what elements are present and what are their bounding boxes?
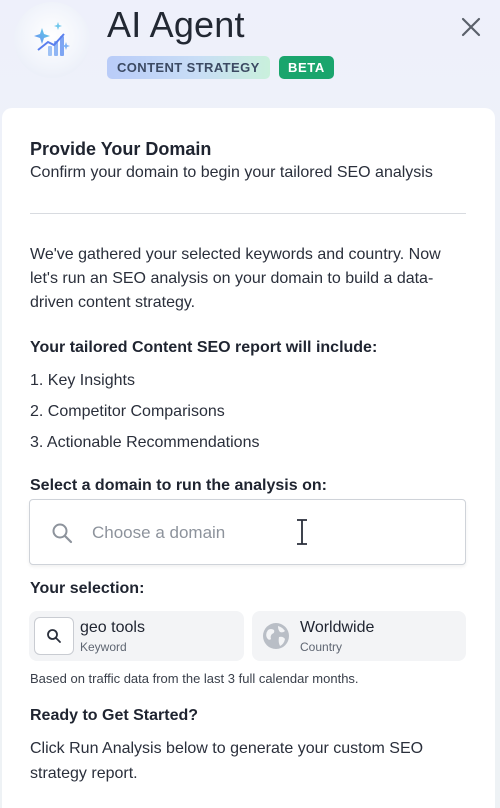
keyword-name: geo tools — [80, 619, 145, 636]
ready-heading: Ready to Get Started? — [30, 707, 199, 724]
text-cursor-icon — [295, 518, 309, 546]
traffic-note: Based on traffic data from the last 3 fu… — [30, 671, 359, 686]
page-title: AI Agent — [107, 4, 245, 45]
search-icon — [51, 522, 73, 544]
report-item: 2. Competitor Comparisons — [30, 403, 225, 420]
section-heading: Provide Your Domain — [30, 139, 212, 159]
country-name: Worldwide — [300, 619, 375, 636]
keyword-kind: Keyword — [80, 640, 127, 654]
domain-panel: Provide Your Domain Confirm your domain … — [2, 108, 495, 808]
domain-label: Select a domain to run the analysis on: — [30, 477, 327, 494]
globe-icon — [262, 622, 290, 650]
keyword-chip: geo tools Keyword — [29, 611, 244, 661]
sparkle-chart-icon — [14, 2, 90, 78]
agent-header: AI Agent CONTENT STRATEGY BETA — [0, 0, 500, 108]
selection-label: Your selection: — [30, 580, 145, 597]
report-heading: Your tailored Content SEO report will in… — [30, 339, 378, 356]
content-strategy-tag: CONTENT STRATEGY — [107, 56, 270, 79]
country-kind: Country — [300, 640, 343, 654]
report-item: 1. Key Insights — [30, 372, 135, 389]
intro-text: We've gathered your selected keywords an… — [30, 246, 441, 311]
search-icon — [34, 617, 74, 655]
section-subheading: Confirm your domain to begin your tailor… — [30, 164, 433, 181]
close-icon[interactable] — [458, 14, 484, 40]
domain-search-input[interactable] — [92, 520, 412, 546]
divider — [30, 213, 466, 214]
report-item: 3. Actionable Recommendations — [30, 434, 260, 451]
country-chip: Worldwide Country — [252, 611, 466, 661]
outro-text: Click Run Analysis below to generate you… — [30, 740, 424, 782]
beta-badge: BETA — [279, 56, 334, 79]
domain-select[interactable] — [29, 499, 466, 565]
